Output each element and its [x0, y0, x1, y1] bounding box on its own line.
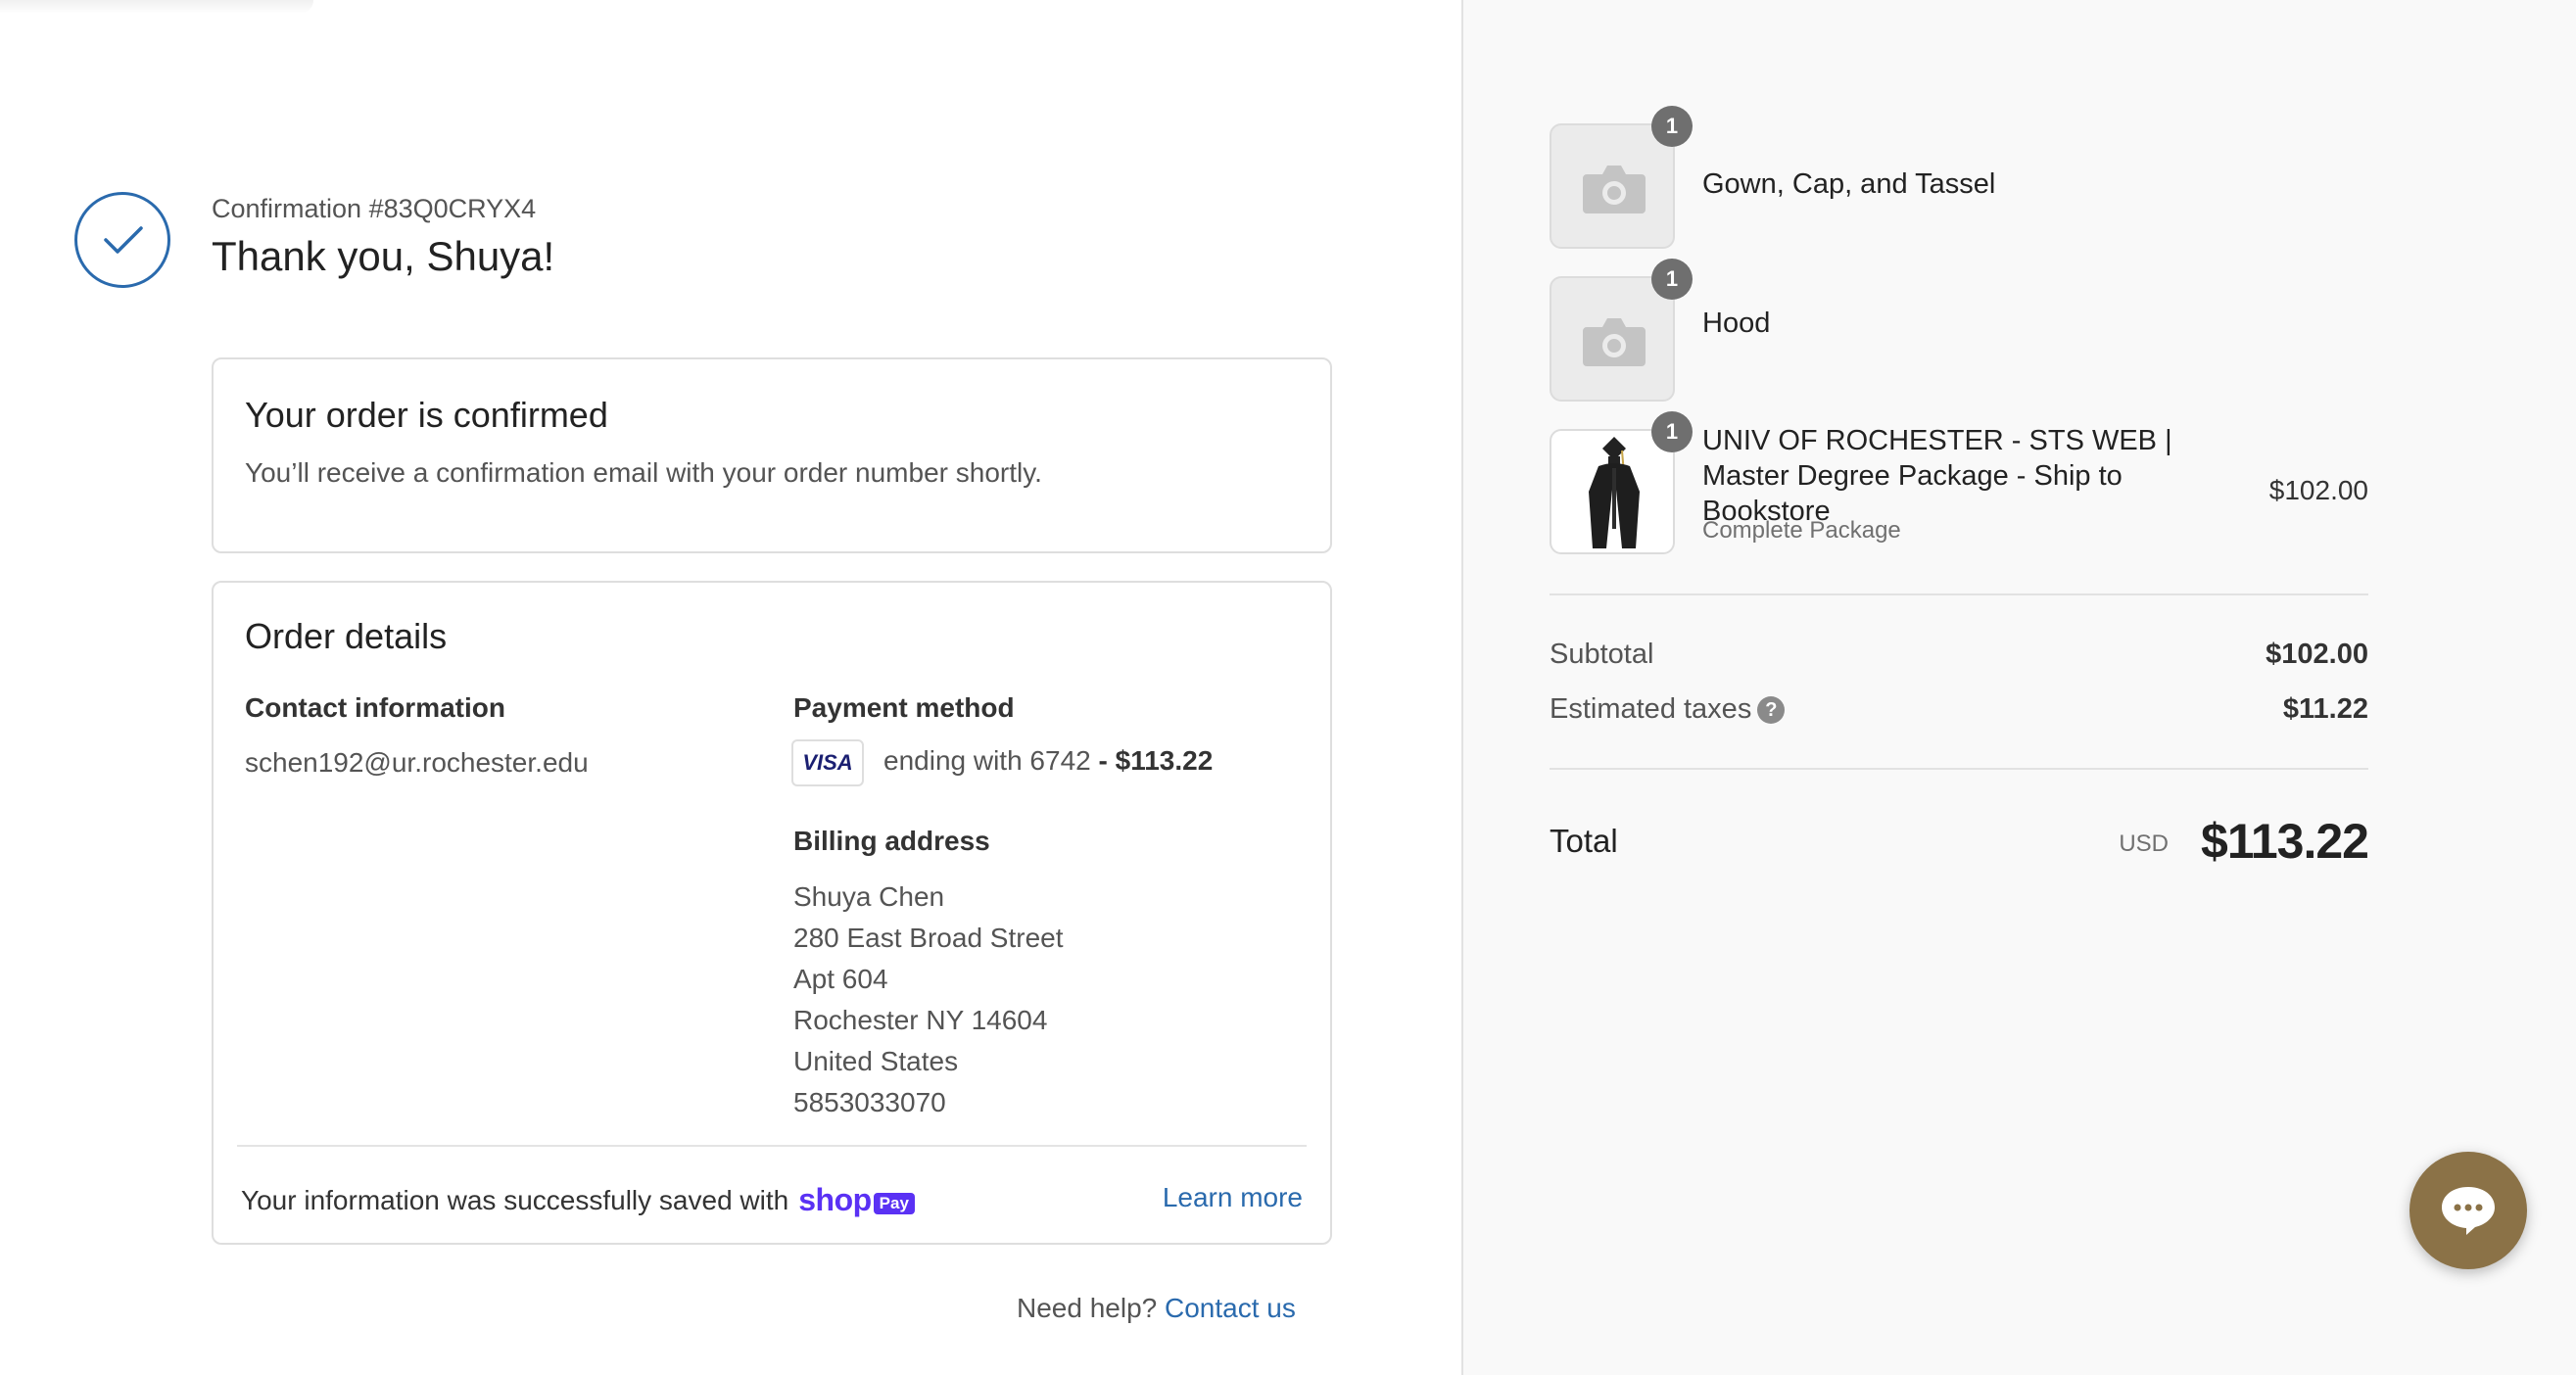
item-title: Hood	[1702, 308, 1771, 339]
contact-us-link[interactable]: Contact us	[1165, 1293, 1296, 1323]
billing-line: 5853033070	[793, 1087, 946, 1117]
order-confirmed-text: You’ll receive a confirmation email with…	[245, 457, 1042, 488]
order-summary-panel: 1 Gown, Cap, and Tassel 1 Hood 1 UNIV OF…	[1461, 0, 2576, 1375]
chat-button[interactable]	[2409, 1152, 2527, 1269]
shop-pay-logo: shop Pay	[798, 1182, 915, 1218]
total-row: Total USD $113.22	[1550, 813, 2369, 872]
item-price: $102.00	[2268, 475, 2368, 505]
graduation-gown-image	[1589, 437, 1640, 548]
billing-line: United States	[793, 1046, 959, 1076]
shop-pay-saved-notice: Your information was successfully saved …	[241, 1182, 915, 1218]
divider	[1550, 593, 2368, 595]
check-icon	[74, 192, 170, 288]
main-panel: Confirmation #83Q0CRYX4 Thank you, Shuya…	[0, 0, 1461, 1375]
contact-label: Contact information	[245, 692, 505, 723]
learn-more-link[interactable]: Learn more	[1163, 1182, 1303, 1213]
billing-line: Apt 604	[793, 964, 888, 994]
divider	[237, 1145, 1307, 1147]
item-title: Gown, Cap, and Tassel	[1702, 168, 1996, 200]
question-icon[interactable]: ?	[1757, 696, 1786, 725]
payment-card-ending: ending with 6742	[883, 745, 1091, 776]
subtotal-label: Subtotal	[1550, 639, 1654, 670]
chat-bubble-icon	[2442, 1187, 2495, 1235]
divider	[1550, 768, 2368, 770]
order-confirmed-heading: Your order is confirmed	[245, 395, 608, 435]
page-title: Thank you, Shuya!	[212, 233, 555, 279]
payment-amount: - $113.22	[1098, 745, 1214, 776]
quantity-badge: 1	[1651, 106, 1693, 147]
camera-icon	[1583, 318, 1646, 366]
total-currency: USD	[2119, 830, 2169, 857]
cart-item: 1 Hood	[1550, 259, 2368, 402]
item-variant: Complete Package	[1702, 517, 1901, 544]
taxes-label: Estimated taxes	[1550, 693, 1752, 725]
billing-line: Rochester NY 14604	[793, 1005, 1048, 1035]
billing-address: Shuya Chen 280 East Broad Street Apt 604…	[793, 877, 1064, 1123]
billing-line: 280 East Broad Street	[793, 923, 1064, 953]
payment-label: Payment method	[793, 692, 1015, 723]
product-thumbnail: 1	[1550, 106, 1693, 249]
cart-item: 1 Gown, Cap, and Tassel	[1550, 106, 2368, 249]
camera-icon	[1583, 166, 1646, 213]
quantity-badge: 1	[1651, 259, 1693, 300]
help-section: Need help? Contact us	[1017, 1293, 1296, 1324]
confirmation-number: Confirmation #83Q0CRYX4	[212, 194, 537, 223]
billing-line: Shuya Chen	[793, 881, 945, 912]
order-confirmed-box: Your order is confirmed You’ll receive a…	[212, 357, 1332, 553]
cart-item: 1 UNIV OF ROCHESTER - STS WEB | Master D…	[1550, 411, 2368, 556]
subtotal-value: $102.00	[2266, 639, 2368, 670]
help-text: Need help?	[1017, 1293, 1158, 1323]
payment-info: ending with 6742 - $113.22	[883, 745, 1213, 777]
contact-email: schen192@ur.rochester.edu	[245, 747, 589, 778]
subtotal-row: Subtotal $102.00	[1550, 639, 2368, 671]
taxes-value: $11.22	[2282, 693, 2368, 725]
quantity-badge: 1	[1651, 411, 1693, 452]
item-title: UNIV OF ROCHESTER - STS WEB | Master Deg…	[1702, 425, 2172, 527]
order-details-box: Order details Contact information schen1…	[212, 581, 1332, 1245]
product-thumbnail: 1	[1550, 259, 1693, 402]
total-label: Total	[1550, 823, 1618, 859]
billing-label: Billing address	[793, 826, 990, 856]
visa-icon: VISA	[791, 739, 864, 786]
total-value: $113.22	[2201, 814, 2369, 869]
product-thumbnail: 1	[1550, 411, 1693, 554]
header-shadow	[0, 0, 313, 14]
pay-badge: Pay	[873, 1192, 915, 1214]
shop-logo-text: shop	[798, 1182, 872, 1217]
order-details-heading: Order details	[245, 616, 448, 656]
saved-text: Your information was successfully saved …	[241, 1184, 789, 1215]
taxes-row: Estimated taxes? $11.22	[1550, 693, 2368, 726]
